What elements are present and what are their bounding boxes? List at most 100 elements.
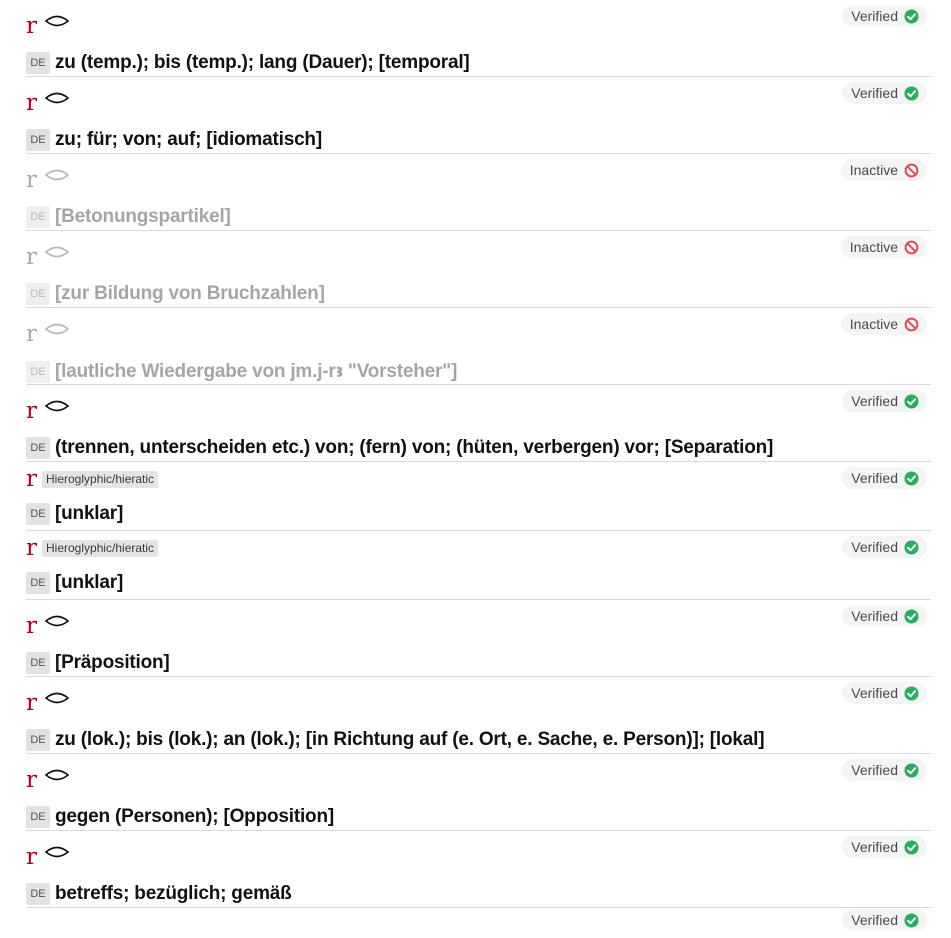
- lemma-entry[interactable]: Verified r DE zu (lok.); bis (lok.); an (lo…: [26, 677, 931, 754]
- translation-text: gegen (Personen); [Opposition]: [55, 806, 334, 827]
- language-badge: DE: [26, 129, 50, 151]
- status-label: Inactive: [849, 316, 898, 332]
- lemma-entry[interactable]: Verified r DE [Präposition]: [26, 600, 931, 677]
- status-badge: Verified: [842, 467, 927, 489]
- lemma-entry[interactable]: Verified r DE (trennen, unterscheiden etc.)…: [26, 385, 931, 462]
- status-label: Verified: [851, 912, 898, 928]
- status-badge: Inactive: [840, 159, 927, 181]
- lemma-entry[interactable]: Verified r DE betreffs; bezüglich; gemäß: [26, 831, 931, 908]
- translation-line: DE betreffs; bezüglich; gemäß: [26, 883, 292, 905]
- cartouche-icon: [44, 91, 70, 105]
- status-badge: Verified: [842, 5, 927, 27]
- language-badge: DE: [26, 652, 50, 674]
- status-label: Verified: [851, 539, 898, 555]
- lemma-line: r: [26, 89, 70, 117]
- lemma-entry[interactable]: Verified r DE gegen (Personen); [Opposition…: [26, 754, 931, 831]
- check-circle-icon: [904, 912, 919, 928]
- status-label: Verified: [851, 85, 898, 101]
- lemma-transliteration[interactable]: r: [26, 168, 37, 192]
- status-label: Inactive: [849, 162, 898, 178]
- lemma-line: r: [26, 12, 70, 40]
- translation-line: DE gegen (Personen); [Opposition]: [26, 806, 334, 828]
- status-badge: Verified: [842, 836, 927, 858]
- status-badge: Verified: [842, 605, 927, 627]
- translation-text: betreffs; bezüglich; gemäß: [55, 883, 292, 904]
- lemma-entry[interactable]: Inactive r DE [lautliche Wiedergabe von jm.…: [26, 308, 931, 385]
- translation-line: DE zu; für; von; auf; [idiomatisch]: [26, 129, 322, 151]
- cartouche-icon: [44, 845, 70, 859]
- translation-line: DE [Präposition]: [26, 652, 170, 674]
- lemma-entry[interactable]: Verified r Hieroglyphic/hieratic DE [unklar]: [26, 531, 931, 600]
- lemma-line: r: [26, 397, 70, 425]
- status-badge: Inactive: [840, 236, 927, 258]
- language-badge: DE: [26, 283, 50, 305]
- translation-line: DE [zur Bildung von Bruchzahlen]: [26, 283, 325, 305]
- translation-text: zu; für; von; auf; [idiomatisch]: [55, 129, 322, 150]
- lemma-entry[interactable]: Verified r DE zu; für; von; auf; [idiomatis…: [26, 77, 931, 154]
- translation-line: DE [lautliche Wiedergabe von jm.j-rꜣ "Vor…: [26, 360, 457, 383]
- language-badge: DE: [26, 883, 50, 905]
- lemma-transliteration[interactable]: r: [26, 322, 37, 346]
- cartouche-icon: [44, 322, 70, 336]
- lemma-transliteration[interactable]: r: [26, 768, 37, 792]
- lemma-line: r Hieroglyphic/hieratic: [26, 466, 159, 492]
- lemma-line: r: [26, 843, 70, 871]
- lemma-transliteration[interactable]: r: [26, 14, 37, 38]
- lemma-transliteration[interactable]: r: [26, 691, 37, 715]
- lemma-transliteration[interactable]: r: [26, 536, 37, 560]
- lemma-entry[interactable]: Verified r Hieroglyphic/hieratic DE [unklar]: [26, 462, 931, 531]
- check-circle-icon: [904, 85, 919, 101]
- status-label: Verified: [851, 762, 898, 778]
- check-circle-icon: [904, 470, 919, 486]
- translation-line: DE zu (lok.); bis (lok.); an (lok.); [in …: [26, 729, 765, 751]
- lemma-transliteration[interactable]: r: [26, 245, 37, 269]
- lemma-line: r: [26, 689, 70, 717]
- translation-line: DE zu (temp.); bis (temp.); lang (Dauer);…: [26, 52, 470, 74]
- status-label: Verified: [851, 470, 898, 486]
- translation-text: [lautliche Wiedergabe von jm.j-rꜣ "Vorst…: [55, 361, 458, 382]
- lemma-entry[interactable]: Verified: [26, 908, 931, 938]
- lemma-line: r: [26, 320, 70, 348]
- status-label: Verified: [851, 839, 898, 855]
- translation-text: [unklar]: [55, 503, 124, 524]
- status-badge: Verified: [842, 82, 927, 104]
- status-label: Verified: [851, 8, 898, 24]
- lemma-transliteration[interactable]: r: [26, 845, 37, 869]
- translation-line: DE [Betonungspartikel]: [26, 206, 231, 228]
- status-label: Verified: [851, 685, 898, 701]
- lemma-transliteration[interactable]: r: [26, 467, 37, 491]
- translation-text: zu (temp.); bis (temp.); lang (Dauer); […: [55, 52, 470, 73]
- translation-text: [Präposition]: [55, 652, 170, 673]
- translation-line: DE [unklar]: [26, 572, 123, 594]
- language-badge: DE: [26, 437, 50, 459]
- cartouche-icon: [44, 691, 70, 705]
- no-entry-icon: [904, 317, 919, 332]
- status-badge: Verified: [842, 390, 927, 412]
- translation-text: zu (lok.); bis (lok.); an (lok.); [in Ri…: [55, 729, 765, 750]
- lemma-transliteration[interactable]: r: [26, 91, 37, 115]
- check-circle-icon: [904, 393, 919, 409]
- language-badge: DE: [26, 806, 50, 828]
- lemma-entry[interactable]: Verified r DE zu (temp.); bis (temp.); lang…: [26, 0, 931, 77]
- status-label: Inactive: [849, 239, 898, 255]
- lemma-line: r Hieroglyphic/hieratic: [26, 535, 159, 561]
- translation-text: [unklar]: [55, 572, 124, 593]
- language-badge: DE: [26, 206, 50, 228]
- lemma-entry[interactable]: Inactive r DE [Betonungspartikel]: [26, 154, 931, 231]
- lemma-transliteration[interactable]: r: [26, 399, 37, 423]
- language-badge: DE: [26, 503, 50, 525]
- status-label: Verified: [851, 393, 898, 409]
- cartouche-icon: [44, 399, 70, 413]
- lemma-line: r: [26, 766, 70, 794]
- status-badge: Inactive: [840, 313, 927, 335]
- lemma-transliteration[interactable]: r: [26, 614, 37, 638]
- status-badge: Verified: [842, 536, 927, 558]
- no-entry-icon: [904, 163, 919, 178]
- lemma-list: Verified r DE zu (temp.); bis (temp.); lang…: [0, 0, 951, 938]
- check-circle-icon: [904, 8, 919, 24]
- language-badge: DE: [26, 729, 50, 751]
- lemma-entry[interactable]: Inactive r DE [zur Bildung von Bruchzahlen]: [26, 231, 931, 308]
- translation-line: DE [unklar]: [26, 503, 123, 525]
- lemma-line: r: [26, 243, 70, 271]
- check-circle-icon: [904, 539, 919, 555]
